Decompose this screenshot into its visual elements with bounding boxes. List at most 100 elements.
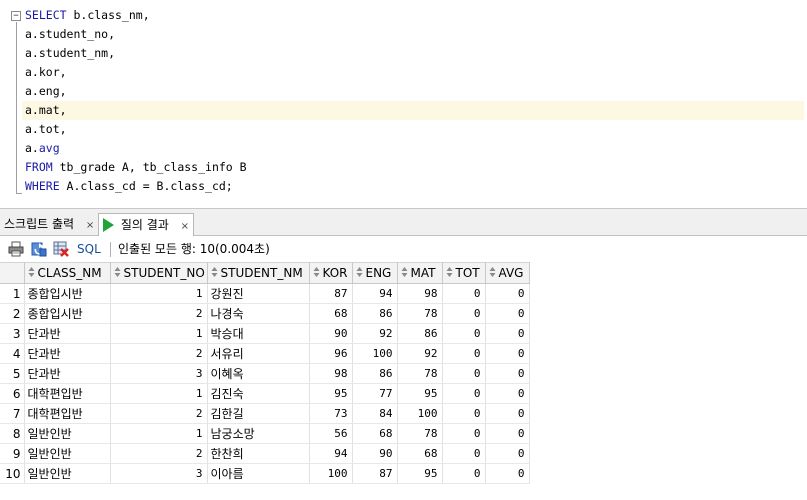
table-cell[interactable]: 68 bbox=[309, 303, 353, 324]
table-cell[interactable]: 92 bbox=[397, 343, 443, 364]
table-cell[interactable]: 2 bbox=[110, 343, 208, 364]
code-line[interactable]: a.eng, bbox=[25, 82, 807, 101]
table-cell[interactable]: 일반인반 bbox=[24, 443, 111, 464]
table-cell[interactable]: 종합입시반 bbox=[24, 303, 111, 324]
table-cell[interactable]: 종합입시반 bbox=[24, 283, 111, 304]
table-cell[interactable]: 95 bbox=[397, 463, 443, 484]
table-cell[interactable]: 68 bbox=[397, 443, 443, 464]
table-row[interactable]: 8 일반인반 1 남궁소망 56 68 78 0 0 bbox=[0, 423, 530, 444]
column-header-eng[interactable]: ENG bbox=[351, 262, 398, 284]
table-cell[interactable]: 0 bbox=[442, 443, 486, 464]
table-cell[interactable]: 0 bbox=[485, 323, 530, 344]
code-line[interactable]: WHERE A.class_cd = B.class_cd; bbox=[25, 177, 807, 196]
table-cell[interactable]: 0 bbox=[485, 283, 530, 304]
table-cell[interactable]: 86 bbox=[352, 303, 398, 324]
table-cell[interactable]: 87 bbox=[352, 463, 398, 484]
table-row[interactable]: 10 일반인반 3 이아름 100 87 95 0 0 bbox=[0, 463, 530, 484]
table-cell[interactable]: 0 bbox=[485, 443, 530, 464]
tab-query-result[interactable]: 질의 결과 × bbox=[98, 213, 195, 238]
table-cell[interactable]: 서유리 bbox=[207, 343, 310, 364]
close-icon[interactable]: × bbox=[181, 216, 189, 238]
table-cell[interactable]: 90 bbox=[309, 323, 353, 344]
column-header-avg[interactable]: AVG bbox=[484, 262, 530, 284]
table-cell[interactable]: 98 bbox=[397, 283, 443, 304]
table-cell[interactable]: 단과반 bbox=[24, 343, 111, 364]
code-line[interactable]: a.kor, bbox=[25, 63, 807, 82]
sql-button[interactable]: SQL bbox=[77, 241, 101, 257]
table-row[interactable]: 7 대학편입반 2 김한길 73 84 100 0 0 bbox=[0, 403, 530, 424]
table-row[interactable]: 3 단과반 1 박승대 90 92 86 0 0 bbox=[0, 323, 530, 344]
table-cell[interactable]: 0 bbox=[485, 403, 530, 424]
table-cell[interactable]: 90 bbox=[352, 443, 398, 464]
table-cell[interactable]: 3 bbox=[110, 363, 208, 384]
table-cell[interactable]: 92 bbox=[352, 323, 398, 344]
table-cell[interactable]: 일반인반 bbox=[24, 463, 111, 484]
table-cell[interactable]: 77 bbox=[352, 383, 398, 404]
table-cell[interactable]: 68 bbox=[352, 423, 398, 444]
table-cell[interactable]: 이혜옥 bbox=[207, 363, 310, 384]
code-line[interactable]: a.avg bbox=[25, 139, 807, 158]
table-cell[interactable]: 94 bbox=[352, 283, 398, 304]
table-cell[interactable]: 87 bbox=[309, 283, 353, 304]
table-cell[interactable]: 0 bbox=[442, 323, 486, 344]
table-cell[interactable]: 73 bbox=[309, 403, 353, 424]
table-cell[interactable]: 나경숙 bbox=[207, 303, 310, 324]
column-header-kor[interactable]: KOR bbox=[308, 262, 353, 284]
table-cell[interactable]: 0 bbox=[442, 283, 486, 304]
table-cell[interactable]: 1 bbox=[110, 283, 208, 304]
table-cell[interactable]: 94 bbox=[309, 443, 353, 464]
table-cell[interactable]: 1 bbox=[110, 423, 208, 444]
table-row[interactable]: 1 종합입시반 1 강원진 87 94 98 0 0 bbox=[0, 283, 530, 304]
code-line[interactable]: a.tot, bbox=[25, 120, 807, 139]
table-cell[interactable]: 78 bbox=[397, 423, 443, 444]
result-grid[interactable]: CLASS_NM STUDENT_NO STUDENT_NM KOR ENG MAT TOT… bbox=[0, 262, 530, 484]
code-line[interactable]: a.student_nm, bbox=[25, 44, 807, 63]
table-cell[interactable]: 일반인반 bbox=[24, 423, 111, 444]
table-cell[interactable]: 98 bbox=[309, 363, 353, 384]
column-header-tot[interactable]: TOT bbox=[441, 262, 486, 284]
table-cell[interactable]: 100 bbox=[352, 343, 398, 364]
table-cell[interactable]: 한찬희 bbox=[207, 443, 310, 464]
table-cell[interactable]: 김한길 bbox=[207, 403, 310, 424]
table-cell[interactable]: 이아름 bbox=[207, 463, 310, 484]
table-cell[interactable]: 0 bbox=[442, 363, 486, 384]
delete-results-icon[interactable] bbox=[53, 241, 69, 257]
table-cell[interactable]: 0 bbox=[442, 423, 486, 444]
table-cell[interactable]: 0 bbox=[485, 363, 530, 384]
table-cell[interactable]: 95 bbox=[397, 383, 443, 404]
column-header-class-nm[interactable]: CLASS_NM bbox=[23, 262, 111, 284]
table-cell[interactable]: 0 bbox=[485, 383, 530, 404]
table-cell[interactable]: 강원진 bbox=[207, 283, 310, 304]
table-cell[interactable]: 김진숙 bbox=[207, 383, 310, 404]
column-header-mat[interactable]: MAT bbox=[396, 262, 443, 284]
table-cell[interactable]: 0 bbox=[442, 343, 486, 364]
code-line[interactable]: FROM tb_grade A, tb_class_info B bbox=[25, 158, 807, 177]
code-line[interactable]: SELECT b.class_nm, bbox=[25, 6, 807, 25]
table-cell[interactable]: 대학편입반 bbox=[24, 383, 111, 404]
table-cell[interactable]: 1 bbox=[110, 323, 208, 344]
table-row[interactable]: 5 단과반 3 이혜옥 98 86 78 0 0 bbox=[0, 363, 530, 384]
table-cell[interactable]: 0 bbox=[485, 423, 530, 444]
table-cell[interactable]: 0 bbox=[485, 303, 530, 324]
table-cell[interactable]: 86 bbox=[397, 323, 443, 344]
table-cell[interactable]: 2 bbox=[110, 303, 208, 324]
table-cell[interactable]: 남궁소망 bbox=[207, 423, 310, 444]
table-cell[interactable]: 78 bbox=[397, 363, 443, 384]
table-cell[interactable]: 100 bbox=[309, 463, 353, 484]
table-cell[interactable]: 0 bbox=[442, 383, 486, 404]
close-icon[interactable]: × bbox=[86, 215, 94, 237]
table-cell[interactable]: 1 bbox=[110, 383, 208, 404]
table-cell[interactable]: 56 bbox=[309, 423, 353, 444]
table-row[interactable]: 6 대학편입반 1 김진숙 95 77 95 0 0 bbox=[0, 383, 530, 404]
table-cell[interactable]: 96 bbox=[309, 343, 353, 364]
table-cell[interactable]: 2 bbox=[110, 443, 208, 464]
column-header-student-nm[interactable]: STUDENT_NM bbox=[206, 262, 310, 284]
code-line[interactable]: a.student_no, bbox=[25, 25, 807, 44]
table-cell[interactable]: 0 bbox=[485, 343, 530, 364]
table-row[interactable]: 4 단과반 2 서유리 96 100 92 0 0 bbox=[0, 343, 530, 364]
table-row[interactable]: 9 일반인반 2 한찬희 94 90 68 0 0 bbox=[0, 443, 530, 464]
table-cell[interactable]: 박승대 bbox=[207, 323, 310, 344]
code-line[interactable]: a.mat, bbox=[22, 101, 804, 120]
fold-minus-icon[interactable]: − bbox=[11, 11, 21, 21]
table-row[interactable]: 2 종합입시반 2 나경숙 68 86 78 0 0 bbox=[0, 303, 530, 324]
